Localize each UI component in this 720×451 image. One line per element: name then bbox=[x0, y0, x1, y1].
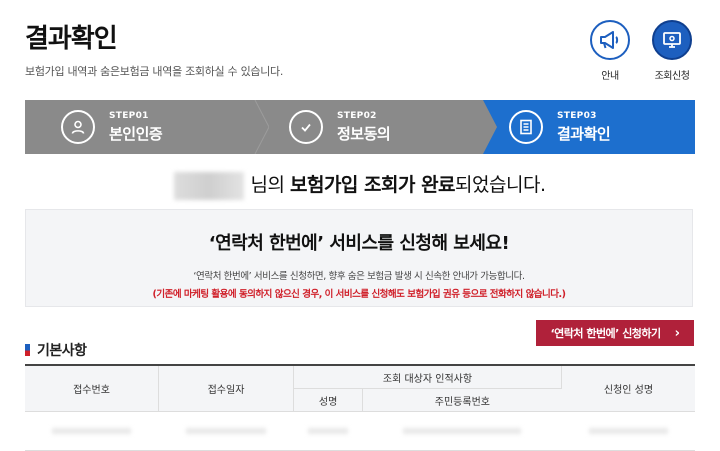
megaphone-icon bbox=[590, 20, 630, 60]
inquiry-request-label: 조회신청 bbox=[654, 71, 690, 82]
step-name: 정보동의 bbox=[337, 124, 391, 143]
col-target-person-info: 조회 대상자 인적사항 bbox=[293, 364, 562, 389]
page-subtitle: 보험가입 내역과 숨은보험금 내역을 조회하실 수 있습니다. bbox=[25, 65, 284, 78]
step-number: STEP03 bbox=[557, 110, 597, 121]
monitor-icon bbox=[652, 20, 692, 60]
step-separator bbox=[243, 100, 269, 154]
masked-cell bbox=[52, 427, 132, 434]
table-row bbox=[25, 411, 695, 451]
step-progress-bar: STEP01 본인인증 STEP02 정보동의 STEP03 결과확인 bbox=[25, 100, 695, 154]
check-circle-icon bbox=[289, 110, 323, 144]
step-name: 결과확인 bbox=[557, 124, 611, 143]
promo-notice: (기존에 마케팅 활용에 동의하지 않으신 경우, 이 서비스를 신청해도 보험… bbox=[152, 289, 566, 300]
step-2: STEP02 정보동의 bbox=[253, 100, 483, 154]
col-name: 성명 bbox=[293, 388, 364, 412]
result-message: 님의 보험가입 조회가 완료되었습니다. bbox=[0, 170, 720, 200]
contact-service-promo: ‘연락처 한번에’ 서비스를 신청해 보세요! ‘연락처 한번에’ 서비스를 신… bbox=[25, 209, 693, 307]
section-title: 기본사항 bbox=[25, 340, 87, 360]
col-resident-number: 주민등록번호 bbox=[362, 388, 562, 412]
page-title: 결과확인 bbox=[25, 24, 118, 54]
user-icon bbox=[61, 110, 95, 144]
masked-cell bbox=[307, 427, 349, 434]
step-1: STEP01 본인인증 bbox=[25, 100, 255, 154]
col-receipt-number: 접수번호 bbox=[25, 364, 159, 412]
guide-label: 안내 bbox=[601, 71, 619, 82]
inquiry-request-button[interactable]: 조회신청 bbox=[650, 20, 694, 82]
step-name: 본인인증 bbox=[109, 124, 163, 143]
basic-info-table: 접수번호 접수일자 조회 대상자 인적사항 신청인 성명 성명 주민등록번호 bbox=[25, 364, 695, 451]
step-separator bbox=[471, 100, 497, 154]
result-highlight: 보험가입 조회가 완료 bbox=[289, 174, 456, 196]
col-receipt-date: 접수일자 bbox=[158, 364, 294, 412]
step-3-active: STEP03 결과확인 bbox=[481, 100, 695, 154]
masked-cell bbox=[588, 427, 668, 434]
apply-contact-service-button[interactable]: ‘연락처 한번에’ 신청하기 › bbox=[536, 320, 694, 346]
chevron-right-icon: › bbox=[674, 325, 680, 341]
masked-cell bbox=[186, 427, 266, 434]
section-marker-icon bbox=[25, 344, 30, 356]
document-icon bbox=[509, 110, 543, 144]
step-number: STEP01 bbox=[109, 110, 149, 121]
promo-heading: ‘연락처 한번에’ 서비스를 신청해 보세요! bbox=[208, 233, 510, 254]
step-number: STEP02 bbox=[337, 110, 377, 121]
col-applicant-name: 신청인 성명 bbox=[561, 364, 695, 412]
masked-user-name bbox=[174, 171, 245, 200]
promo-description: ‘연락처 한번에’ 서비스를 신청하면, 향후 숨은 보험금 발생 시 신속한 … bbox=[193, 271, 525, 282]
guide-button[interactable]: 안내 bbox=[588, 20, 632, 82]
masked-cell bbox=[403, 427, 522, 434]
